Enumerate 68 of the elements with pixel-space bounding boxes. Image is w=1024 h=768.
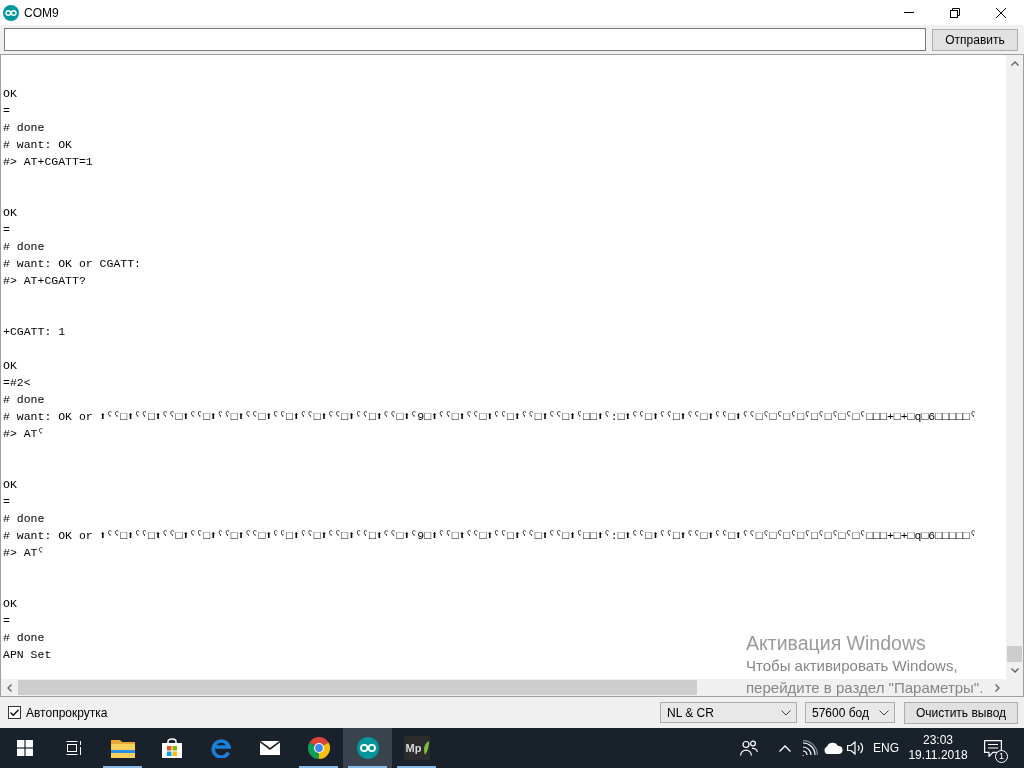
output-line: =#2< [3, 375, 31, 391]
output-line: # done [3, 239, 45, 255]
output-line: = [3, 613, 10, 629]
caret-icon[interactable] [781, 709, 791, 716]
task-view-icon[interactable] [65, 740, 82, 756]
output-line: # want: OK or CGATT: [3, 256, 142, 272]
windows-logo-icon[interactable] [16, 740, 33, 756]
language-indicator[interactable]: ENG [873, 739, 899, 757]
caret-icon[interactable] [879, 709, 889, 716]
output-line: = [3, 494, 10, 510]
output-line: OK [3, 205, 17, 221]
logo-text: Mp [405, 742, 422, 754]
scrollbar-thumb[interactable] [18, 680, 697, 695]
taskbar-app-button[interactable] [343, 728, 392, 768]
output-line: APN Set [3, 647, 52, 663]
restore-icon[interactable] [950, 7, 960, 18]
cloud-icon[interactable] [822, 742, 843, 754]
speaker-icon[interactable] [847, 741, 865, 755]
checkbox-label: Автопрокрутка [26, 704, 108, 722]
output-line: # done [3, 630, 45, 646]
output-line: # done [3, 392, 45, 408]
notification-count[interactable]: 1 [995, 749, 1008, 763]
output-line: OK [3, 596, 17, 612]
message-input[interactable] [4, 28, 926, 51]
chevron-left-icon[interactable] [7, 683, 12, 692]
output-line: OK [3, 86, 17, 102]
output-line: OK [3, 477, 17, 493]
output-line: # want: OK [3, 137, 72, 153]
tricolor-circle-icon[interactable] [307, 737, 330, 759]
shopping-bag-icon[interactable] [161, 738, 182, 758]
baud-rate-select[interactable]: 57600 бод [805, 702, 895, 723]
clock-date[interactable]: 19.11.2018 [908, 748, 968, 763]
output-line: # want: OK or ⬆ˁˁ□⬆ˁˁ□⬆ˁˁ□⬆ˁˁ□⬆ˁˁ□⬆ˁˁ□⬆ˁˁ□⬆ˁˁ□⬆ˁˁ□⬆ˁˁ□⬆ˁˁ□⬆ˁ9□⬆ˁˁ□⬆ˁˁ□⬆ˁˁ□⬆ˁˁ□⬆ˁˁ□⬆ˁ□□⬆ˁ:□⬆ˁˁ□⬆ˁˁ□⬆ˁˁ□⬆ˁˁ□⬆ˁˁ□ˁ□ˁ□ˁ□ˁ□ˁ□ˁ□ˁ□ˁ□□□+□+□q□6□□□□□ˁ [3, 409, 977, 425]
output-line: #> AT+CGATT=1 [3, 154, 93, 170]
clock-time[interactable]: 23:03 [922, 733, 953, 748]
scrollbar-thumb[interactable] [1007, 646, 1022, 662]
window-title: COM9 [24, 5, 59, 20]
activation-text: Чтобы активировать Windows, [746, 656, 958, 676]
envelope-icon[interactable] [259, 741, 280, 755]
output-line: #> ATˁ [3, 545, 45, 561]
wifi-icon[interactable] [802, 740, 818, 756]
close-icon[interactable] [996, 7, 1006, 18]
vertical-scrollbar[interactable] [1006, 55, 1023, 679]
infinity-logo-icon [3, 4, 19, 21]
output-line: # want: OK or ⬆ˁˁ□⬆ˁˁ□⬆ˁˁ□⬆ˁˁ□⬆ˁˁ□⬆ˁˁ□⬆ˁˁ□⬆ˁˁ□⬆ˁˁ□⬆ˁˁ□⬆ˁˁ□⬆ˁ9□⬆ˁˁ□⬆ˁˁ□⬆ˁˁ□⬆ˁˁ□⬆ˁˁ□⬆ˁ□□⬆ˁ:□⬆ˁˁ□⬆ˁˁ□⬆ˁˁ□⬆ˁˁ□⬆ˁˁ□ˁ□ˁ□ˁ□ˁ□ˁ□ˁ□ˁ□ˁ□□□+□+□q□6□□□□□ˁ [3, 528, 977, 544]
notification-icon[interactable] [984, 740, 1002, 758]
taskbar-app-button[interactable]: Mp [392, 728, 441, 768]
output-line: OK [3, 358, 17, 374]
clear-output-button[interactable]: Очистить вывод [904, 701, 1018, 724]
output-line: # done [3, 120, 45, 136]
activation-title: Активация Windows [746, 631, 926, 655]
activation-text: перейдите в раздел "Параметры". [746, 678, 984, 698]
output-line: +CGATT: 1 [3, 324, 66, 340]
send-button[interactable]: Отправить [932, 28, 1018, 51]
output-line: # done [3, 511, 45, 527]
horizontal-scrollbar[interactable] [1, 679, 1006, 696]
output-line: = [3, 103, 10, 119]
leaf-icon [422, 741, 429, 755]
chevron-right-icon[interactable] [995, 683, 1000, 692]
output-line: #> ATˁ [3, 426, 45, 442]
letter-e-logo-icon[interactable] [210, 738, 231, 758]
line-ending-select[interactable]: NL & CR [660, 702, 797, 723]
output-line: = [3, 222, 10, 238]
people-icon[interactable] [740, 740, 758, 756]
infinity-logo-icon[interactable] [356, 737, 379, 759]
folder-icon[interactable] [110, 738, 135, 758]
output-line: #> AT+CGATT? [3, 273, 86, 289]
chevron-down-icon[interactable] [1010, 668, 1019, 673]
